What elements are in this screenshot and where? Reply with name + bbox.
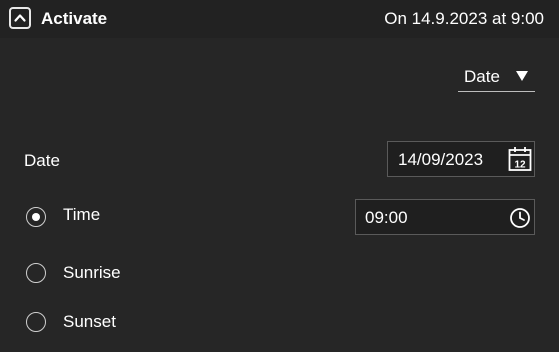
calendar-icon[interactable]: 12 [507,145,533,173]
date-input[interactable]: 14/09/2023 12 [387,141,535,177]
date-label: Date [24,151,60,170]
panel-title: Activate [41,9,108,28]
schedule-mode-value: Date [464,67,500,86]
chevron-up-icon [14,14,26,22]
panel-header: Activate On 14.9.2023 at 9:00 [0,0,559,38]
radio-sunset[interactable] [26,312,46,332]
activate-panel: Activate On 14.9.2023 at 9:00 Date Date … [0,0,559,352]
radio-sunset-label[interactable]: Sunset [63,312,116,332]
date-value: 14/09/2023 [398,150,484,169]
radio-sunrise-label[interactable]: Sunrise [63,263,121,283]
triangle-down-icon [516,71,528,81]
radio-sunrise[interactable] [26,263,46,283]
collapse-button[interactable] [9,7,31,29]
radio-time-label[interactable]: Time [63,205,100,225]
time-value: 09:00 [365,208,408,227]
schedule-summary: On 14.9.2023 at 9:00 [384,9,544,28]
calendar-day-number: 12 [514,160,526,171]
radio-time[interactable] [26,207,46,227]
clock-icon[interactable] [509,207,531,229]
schedule-mode-dropdown[interactable]: Date [458,64,535,92]
time-input[interactable]: 09:00 [355,199,535,235]
